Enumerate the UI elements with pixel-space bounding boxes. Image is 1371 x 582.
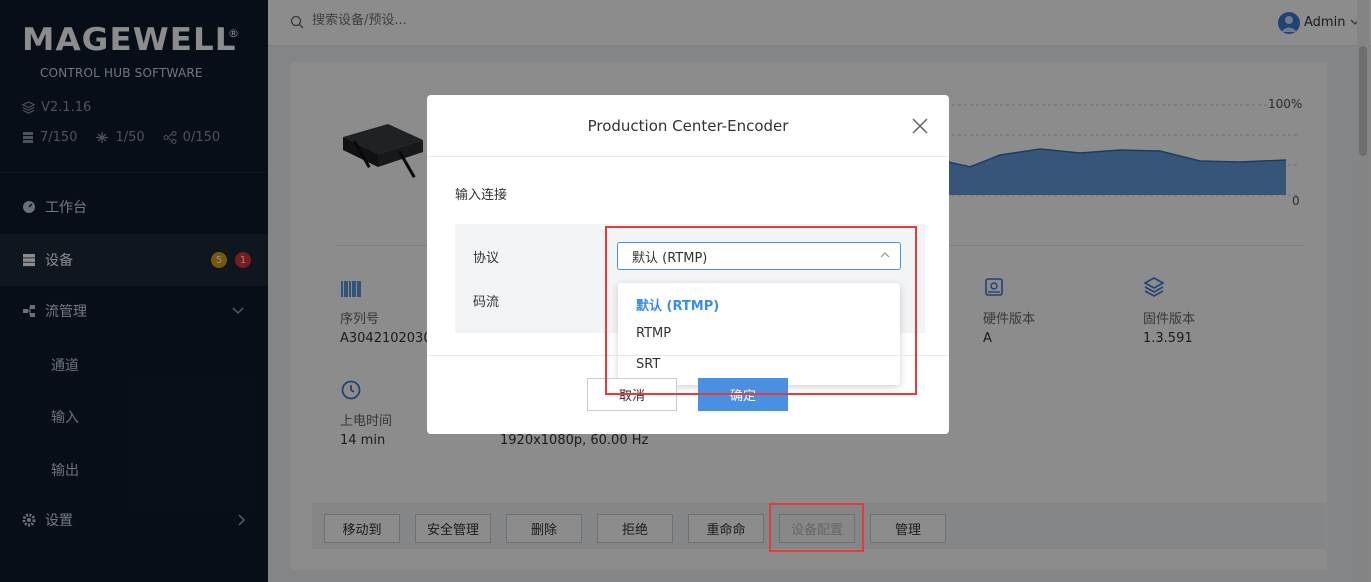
highlight-protocol: [605, 226, 917, 395]
protocol-label: 协议: [473, 251, 500, 266]
modal-header-divider: [427, 156, 949, 157]
modal-title: Production Center-Encoder: [587, 117, 789, 135]
highlight-device-config: [769, 503, 864, 552]
close-icon[interactable]: [911, 117, 929, 135]
input-connection-title: 输入连接: [455, 188, 508, 203]
stream-label: 码流: [473, 295, 500, 310]
